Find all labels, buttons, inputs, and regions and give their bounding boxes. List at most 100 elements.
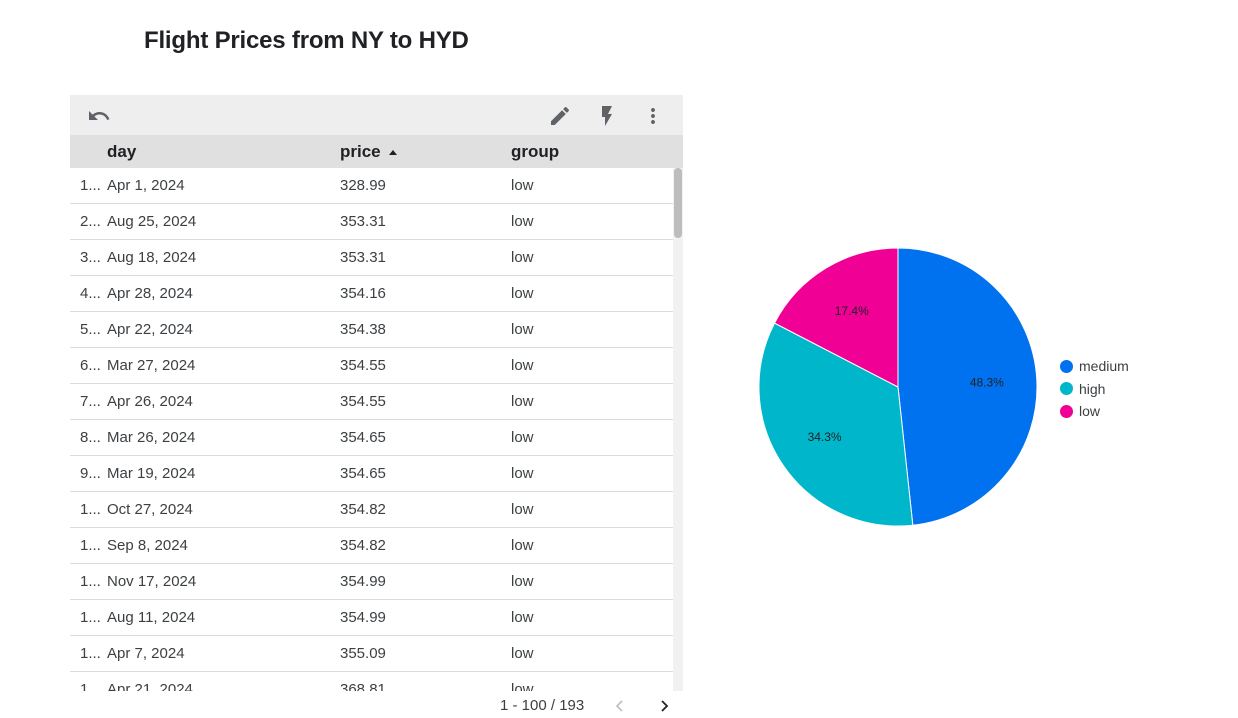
table-row[interactable]: 2... Aug 25, 2024 353.31 low: [70, 204, 673, 240]
more-vert-icon[interactable]: [640, 103, 666, 129]
pagination-label: 1 - 100 / 193: [500, 697, 585, 714]
table-row[interactable]: 4... Apr 28, 2024 354.16 low: [70, 276, 673, 312]
pie-slice-medium[interactable]: [897, 247, 1038, 526]
column-header-label: price: [340, 142, 381, 161]
cell-day: Aug 25, 2024: [107, 213, 197, 230]
cell-price: 354.55: [340, 393, 386, 410]
cell-group: low: [511, 429, 534, 446]
cell-group: low: [511, 465, 534, 482]
table-row[interactable]: 6... Mar 27, 2024 354.55 low: [70, 348, 673, 384]
cell-group: low: [511, 537, 534, 554]
cell-day: Nov 17, 2024: [107, 573, 197, 590]
cell-group: low: [511, 393, 534, 410]
table-row[interactable]: 7... Apr 26, 2024 354.55 low: [70, 384, 673, 420]
chevron-left-icon[interactable]: [613, 699, 627, 713]
cell-day: Apr 7, 2024: [107, 645, 185, 662]
chevron-right-icon[interactable]: [657, 699, 671, 713]
table-toolbar: [70, 95, 683, 135]
sort-ascending-icon: [388, 149, 397, 155]
pie-slice-label: 48.3%: [970, 375, 1004, 389]
cell-day: Apr 1, 2024: [107, 177, 185, 194]
cell-day: Mar 19, 2024: [107, 465, 196, 482]
cell-group: low: [511, 177, 534, 194]
row-index: 4...: [80, 285, 101, 302]
cell-price: 353.31: [340, 249, 386, 266]
cell-price: 354.99: [340, 573, 386, 590]
undo-icon[interactable]: [86, 103, 112, 129]
cell-price: 354.38: [340, 321, 386, 338]
cell-day: Aug 11, 2024: [107, 609, 196, 626]
cell-group: low: [511, 645, 534, 662]
row-index: 2...: [80, 213, 101, 230]
cell-price: 354.82: [340, 537, 386, 554]
bolt-icon[interactable]: [594, 103, 620, 129]
table-row[interactable]: 1... Sep 8, 2024 354.82 low: [70, 528, 673, 564]
cell-price: 354.55: [340, 357, 386, 374]
scrollbar-thumb[interactable]: [674, 168, 682, 238]
column-header-label: group: [511, 142, 560, 161]
table-row[interactable]: 3... Aug 18, 2024 353.31 low: [70, 240, 673, 276]
table-row[interactable]: 1... Aug 11, 2024 354.99 low: [70, 600, 673, 636]
legend-item-low[interactable]: low: [1060, 400, 1129, 423]
chart-legend: medium high low: [1060, 355, 1129, 423]
cell-day: Apr 28, 2024: [107, 285, 193, 302]
cell-day: Mar 26, 2024: [107, 429, 196, 446]
cell-group: low: [511, 213, 534, 230]
cell-day: Aug 18, 2024: [107, 249, 197, 266]
cell-day: Apr 26, 2024: [107, 393, 193, 410]
page-title: Flight Prices from NY to HYD: [144, 27, 469, 54]
table-row[interactable]: 1... Nov 17, 2024 354.99 low: [70, 564, 673, 600]
cell-price: 355.09: [340, 645, 386, 662]
table-row[interactable]: 8... Mar 26, 2024 354.65 low: [70, 420, 673, 456]
row-index: 9...: [80, 465, 101, 482]
table-body: 1... Apr 1, 2024 328.99 low 2... Aug 25, 2024…: [70, 168, 683, 691]
cell-group: low: [511, 249, 534, 266]
row-index: 3...: [80, 249, 101, 266]
legend-label: high: [1079, 380, 1106, 397]
row-index: 7...: [80, 393, 101, 410]
table-header: day price group: [70, 135, 683, 168]
row-index: 1...: [80, 573, 101, 590]
row-index: 1...: [80, 681, 101, 691]
data-table: day price group 1... Apr 1, 2024 328.99 low…: [70, 95, 683, 691]
row-index: 1...: [80, 537, 101, 554]
cell-price: 328.99: [340, 177, 386, 194]
column-header-day[interactable]: day: [107, 142, 136, 162]
legend-item-high[interactable]: high: [1060, 378, 1129, 401]
row-index: 1...: [80, 501, 101, 518]
cell-day: Oct 27, 2024: [107, 501, 193, 518]
row-index: 5...: [80, 321, 101, 338]
legend-label: low: [1079, 403, 1101, 420]
legend-swatch: [1060, 382, 1073, 396]
cell-price: 354.16: [340, 285, 386, 302]
cell-price: 353.31: [340, 213, 386, 230]
cell-group: low: [511, 501, 534, 518]
cell-day: Apr 22, 2024: [107, 321, 193, 338]
table-row[interactable]: 5... Apr 22, 2024 354.38 low: [70, 312, 673, 348]
legend-label: medium: [1079, 358, 1129, 375]
cell-day: Sep 8, 2024: [107, 537, 188, 554]
legend-swatch: [1060, 404, 1073, 418]
cell-group: low: [511, 609, 534, 626]
table-row[interactable]: 1... Apr 7, 2024 355.09 low: [70, 636, 673, 672]
cell-price: 354.82: [340, 501, 386, 518]
column-header-price[interactable]: price: [340, 142, 397, 162]
cell-group: low: [511, 285, 534, 302]
cell-group: low: [511, 573, 534, 590]
cell-price: 368.81: [340, 681, 386, 691]
table-row[interactable]: 1... Apr 21, 2024 368.81 low: [70, 672, 673, 691]
column-header-group[interactable]: group: [511, 142, 559, 162]
cell-price: 354.99: [340, 609, 386, 626]
row-index: 1...: [80, 609, 101, 626]
table-row[interactable]: 1... Oct 27, 2024 354.82 low: [70, 492, 673, 528]
legend-item-medium[interactable]: medium: [1060, 355, 1129, 378]
cell-group: low: [511, 321, 534, 338]
pie-chart: 48.3% 34.3% 17.4%: [758, 247, 1038, 527]
cell-price: 354.65: [340, 465, 386, 482]
row-index: 1...: [80, 645, 101, 662]
legend-swatch: [1060, 359, 1073, 373]
table-row[interactable]: 9... Mar 19, 2024 354.65 low: [70, 456, 673, 492]
pencil-icon[interactable]: [547, 103, 573, 129]
vertical-scrollbar[interactable]: [673, 168, 683, 691]
table-row[interactable]: 1... Apr 1, 2024 328.99 low: [70, 168, 673, 204]
